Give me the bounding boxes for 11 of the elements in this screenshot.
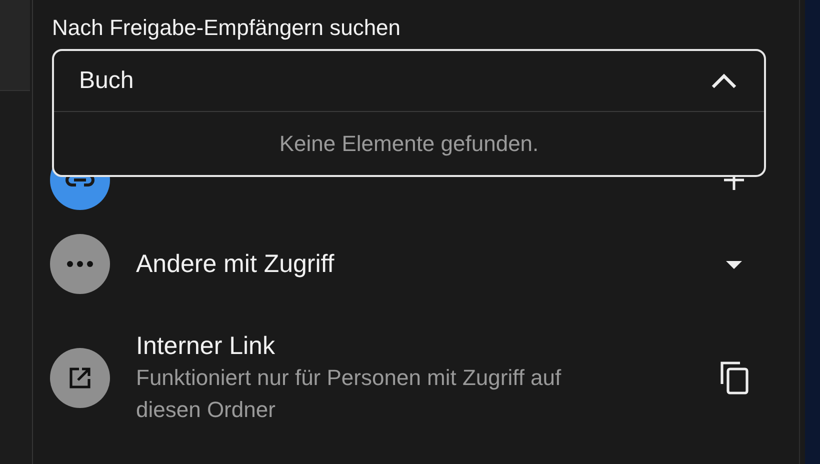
entry-description: Funktioniert nur für Personen mit Zugriff auf diesen Ordner	[136, 364, 562, 424]
entry-title: Andere mit Zugriff	[136, 249, 336, 280]
dots-icon	[67, 261, 93, 267]
empty-message: Keine Elemente gefunden.	[278, 130, 540, 158]
entry-title: Interner Link	[136, 331, 276, 362]
search-dropdown-menu[interactable]: Buch Keine Elemente gefunden.	[52, 49, 766, 177]
field-label: Nach Freigabe-Empfängern suchen	[52, 14, 402, 42]
search-input[interactable]: Buch	[79, 67, 710, 95]
chevron-up-icon[interactable]	[710, 73, 738, 89]
external-link-icon	[68, 366, 92, 390]
copy-icon[interactable]	[719, 360, 751, 396]
